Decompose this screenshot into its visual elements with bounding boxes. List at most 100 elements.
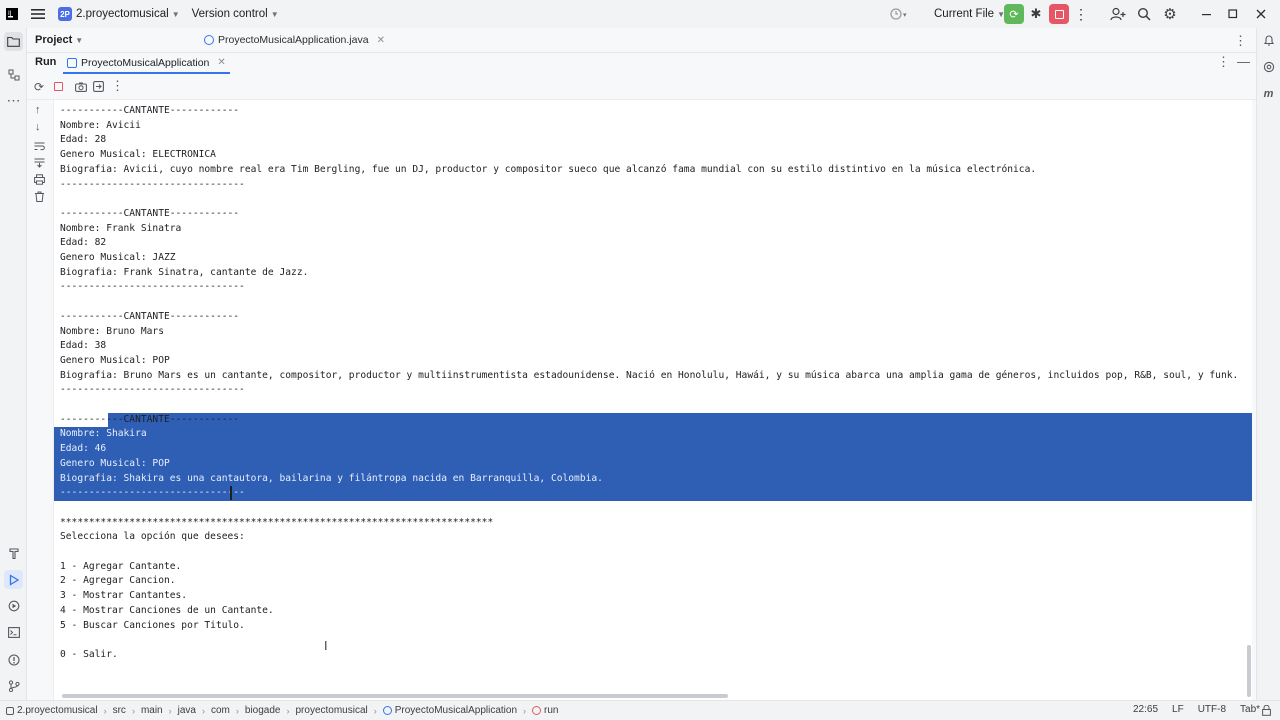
breadcrumb-item[interactable]: com	[211, 705, 230, 716]
console-line: -----------CANTANTE------------	[60, 413, 240, 425]
print-icon[interactable]	[34, 174, 45, 188]
problems-icon[interactable]	[5, 651, 22, 668]
horizontal-scrollbar[interactable]	[62, 694, 728, 698]
bug-icon: ✱	[1030, 6, 1042, 21]
breadcrumb-label: run	[544, 705, 559, 716]
add-user-icon[interactable]	[1107, 0, 1129, 28]
debug-button[interactable]: ✱	[1026, 0, 1046, 28]
more-actions-icon[interactable]: ⋮	[1072, 0, 1090, 28]
sync-status-icon[interactable]: ▾	[884, 0, 914, 28]
project-name: 2.proyectomusical	[76, 8, 169, 20]
console-line: Genero Musical: POP	[60, 457, 170, 469]
camera-icon[interactable]	[75, 81, 87, 95]
vertical-scrollbar[interactable]	[1247, 645, 1251, 697]
close-window-icon[interactable]	[1248, 0, 1274, 28]
git-icon[interactable]	[5, 677, 22, 694]
exit-icon[interactable]	[93, 81, 104, 95]
project-switcher[interactable]: 2P 2.proyectomusical ▼	[52, 0, 186, 28]
breadcrumb-item[interactable]: java	[178, 705, 196, 716]
stop-small-icon[interactable]	[54, 82, 63, 91]
indent-setting[interactable]: Tab*	[1240, 704, 1260, 715]
breadcrumb-label: java	[177, 705, 196, 716]
breadcrumb-separator-icon: ›	[201, 705, 205, 716]
editor-tab[interactable]: ProyectoMusicalApplication.java ✕	[204, 34, 385, 46]
maven-icon[interactable]: m	[1260, 85, 1277, 102]
main-menu-icon[interactable]	[24, 0, 52, 28]
soft-wrap-icon[interactable]	[34, 140, 45, 154]
scroll-to-end-icon[interactable]	[34, 157, 45, 171]
console-line: Edad: 28	[60, 134, 107, 146]
run-tab[interactable]: ProyectoMusicalApplication ✕	[63, 53, 230, 74]
editor-more-icon[interactable]: ⋮	[1234, 33, 1247, 49]
breadcrumb-label: 2.proyectomusical	[17, 705, 98, 716]
editor-tab-label: ProyectoMusicalApplication.java	[218, 34, 369, 46]
close-tab-icon[interactable]: ✕	[377, 35, 385, 46]
chevron-down-icon: ▼	[171, 9, 180, 19]
stop-icon	[1049, 4, 1069, 24]
notifications-bell-icon[interactable]	[1260, 32, 1277, 49]
breadcrumb: 2.proyectomusical › src › main › java › com › biog…	[0, 705, 558, 716]
mouse-ibeam-cursor: I	[324, 639, 328, 653]
chevron-down-icon: ▼	[75, 35, 84, 45]
run-tab-row: Run ProyectoMusicalApplication ✕ ⋮ —	[27, 53, 1256, 74]
scroll-down-icon[interactable]: ↓	[35, 121, 41, 133]
svg-text:IJ: IJ	[8, 10, 12, 17]
breadcrumb-item[interactable]: run	[532, 705, 558, 716]
rerun-icon: ⟳	[1004, 4, 1024, 24]
maximize-window-icon[interactable]	[1220, 0, 1246, 28]
breadcrumb-item[interactable]: ProyectoMusicalApplication	[382, 705, 517, 716]
run-config-label: Current File	[934, 8, 995, 20]
app-logo-icon[interactable]: IJ	[0, 0, 24, 28]
line-separator[interactable]: LF	[1172, 704, 1184, 715]
readonly-lock-icon[interactable]	[1262, 704, 1271, 719]
breadcrumb-label: src	[112, 705, 126, 716]
hide-panel-icon[interactable]: —	[1237, 54, 1250, 69]
build-hammer-icon[interactable]	[5, 544, 22, 561]
console-line: Genero Musical: JAZZ	[60, 252, 176, 263]
run-app-icon	[67, 57, 77, 68]
breadcrumb-item[interactable]: proyectomusical	[295, 705, 367, 716]
run-configuration-selector[interactable]: Current File ▼	[930, 0, 1009, 28]
toolbar-more-icon[interactable]: ⋮	[111, 78, 124, 94]
file-encoding[interactable]: UTF-8	[1198, 704, 1226, 715]
minimize-window-icon[interactable]	[1194, 0, 1220, 28]
console-line: --------------------------------	[60, 487, 245, 499]
console-line: Biografia: Avicii, cuyo nombre real era …	[60, 163, 1037, 175]
breadcrumb-item[interactable]: src	[113, 705, 126, 716]
breadcrumb-separator-icon: ›	[373, 705, 377, 716]
console-line: Biografia: Frank Sinatra, cantante de Ja…	[60, 266, 309, 278]
clear-trash-icon[interactable]	[34, 191, 45, 205]
run-more-icon[interactable]: ⋮	[1217, 54, 1230, 70]
text-caret	[230, 486, 232, 500]
run-tool-icon[interactable]	[4, 570, 23, 589]
terminal-icon[interactable]	[5, 624, 22, 641]
console-line: --------------------------------	[60, 281, 245, 293]
module-icon	[6, 706, 14, 715]
stop-button[interactable]	[1048, 0, 1070, 28]
run-toolbar: ⟳ ⋮	[27, 74, 1256, 100]
breadcrumb-item[interactable]: 2.proyectomusical	[6, 705, 98, 716]
rerun-small-icon[interactable]: ⟳	[34, 80, 44, 94]
settings-gear-icon[interactable]: ⚙	[1159, 0, 1181, 28]
close-tab-icon[interactable]: ✕	[217, 57, 225, 68]
console-output[interactable]: -----------CANTANTE------------ Nombre: A…	[54, 100, 1252, 700]
ai-assistant-icon[interactable]	[1260, 58, 1277, 75]
services-icon[interactable]	[5, 597, 22, 614]
breadcrumb-separator-icon: ›	[131, 705, 135, 716]
structure-icon[interactable]	[5, 66, 22, 83]
cursor-position[interactable]: 22:65	[1133, 704, 1158, 715]
left-tool-strip: ⋯	[0, 28, 27, 700]
rerun-button[interactable]: ⟳	[1003, 0, 1025, 28]
breadcrumb-item[interactable]: main	[141, 705, 163, 716]
scroll-up-icon[interactable]: ↑	[35, 104, 41, 116]
more-tools-icon[interactable]: ⋯	[5, 92, 22, 109]
breadcrumb-item[interactable]: biogade	[245, 705, 281, 716]
search-icon[interactable]	[1133, 0, 1155, 28]
version-control-menu[interactable]: Version control ▼	[186, 0, 285, 28]
breadcrumb-separator-icon: ›	[286, 705, 290, 716]
project-panel-dropdown[interactable]: Project ▼	[35, 34, 83, 46]
breadcrumb-separator-icon: ›	[235, 705, 239, 716]
project-folder-icon[interactable]	[4, 32, 23, 51]
console-line: 0 - Salir.	[60, 648, 118, 660]
console-line: --------------------------------	[60, 384, 245, 396]
